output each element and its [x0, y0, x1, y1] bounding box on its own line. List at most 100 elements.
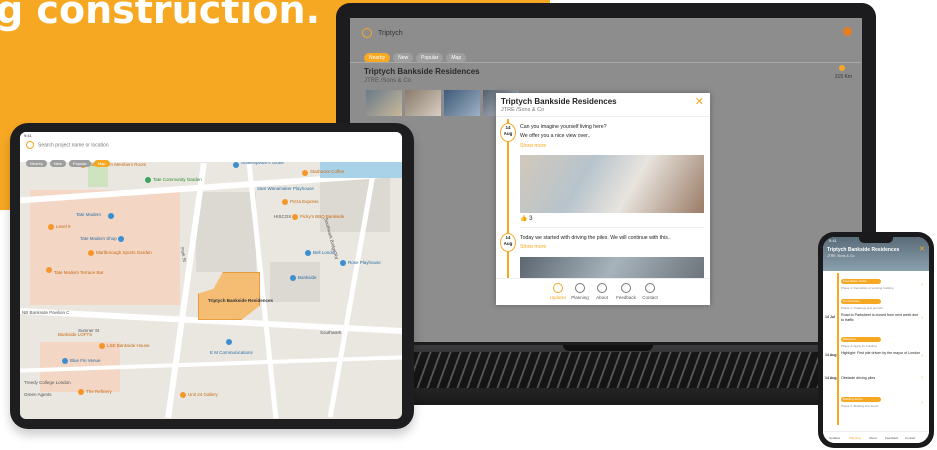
timeline-date: 14 Jul: [825, 315, 835, 319]
bottom-nav: Updates Planning About Feedback Contact: [823, 431, 929, 443]
nav-planning[interactable]: Planning: [849, 436, 861, 440]
map-pin[interactable]: [78, 389, 84, 395]
show-more-link[interactable]: Show more: [520, 143, 546, 149]
map-label: Tate Modern Shop: [80, 236, 117, 241]
search-placeholder: Search project name or location: [38, 142, 109, 149]
laptop-search-bar[interactable]: Triptych: [362, 28, 403, 38]
timeline-tag: Construction: [841, 299, 881, 304]
timeline-text: Highlight: First pile driven by the mayo…: [841, 351, 921, 355]
post-date-badge: 14 Aug: [500, 233, 516, 252]
map-label: Tate Community Garden: [153, 177, 202, 182]
post-text: Today we started with driving the piles.…: [520, 235, 671, 241]
timeline-tag: Milestone: [841, 337, 881, 342]
map-pin[interactable]: [226, 339, 232, 345]
show-more-link[interactable]: Show more: [520, 244, 546, 250]
nav-updates[interactable]: Updates: [829, 436, 840, 440]
search-icon: [362, 28, 372, 38]
timeline-phase: Phase 3: Building first levels: [841, 404, 879, 408]
chevron-right-icon[interactable]: ›: [921, 400, 923, 406]
map-pin[interactable]: [282, 199, 288, 205]
timeline-tag: Building works: [841, 397, 881, 402]
tablet-search-input[interactable]: Search project name or location: [26, 141, 109, 149]
nav-feedback[interactable]: Feedback: [885, 436, 898, 440]
thumbs-up-icon: 👍: [520, 216, 528, 222]
phone-screen: 9:41 Triptych Bankside Residences JTRE /…: [823, 237, 929, 443]
laptop-hinge: [563, 345, 653, 351]
map-pin[interactable]: [290, 275, 296, 281]
project-title[interactable]: Triptych Bankside Residences: [364, 67, 480, 76]
smiley-icon: [621, 283, 631, 293]
like-count: 3: [529, 216, 533, 222]
bottom-nav: Updates Planning About Feedback Contact: [496, 278, 710, 305]
building-icon: [597, 283, 607, 293]
chip-map[interactable]: Map: [93, 160, 110, 167]
timeline-text: Road to Parkstreet is closed from next w…: [841, 313, 919, 322]
divider: [350, 62, 862, 63]
nav-about[interactable]: About: [869, 436, 877, 440]
close-icon[interactable]: ✕: [919, 245, 925, 253]
chevron-right-icon[interactable]: ›: [921, 375, 923, 381]
map-label: Picky's BBQ Bankside: [300, 214, 345, 219]
map-pin[interactable]: [180, 392, 186, 398]
project-thumbnail[interactable]: [405, 90, 441, 116]
filter-chips: Nearby New Popular Map: [26, 152, 113, 170]
map-label: Tate Modern: [76, 212, 102, 217]
chip-new[interactable]: New: [49, 160, 66, 167]
map-pin[interactable]: [292, 214, 298, 220]
chip-nearby[interactable]: Nearby: [26, 160, 47, 167]
chip-popular[interactable]: Popular: [68, 160, 91, 167]
project-thumbnail[interactable]: [444, 90, 480, 116]
post-image[interactable]: [520, 155, 704, 213]
close-icon[interactable]: ✕: [695, 95, 704, 108]
nav-contact[interactable]: Contact: [905, 436, 915, 440]
map-label: Rose Playhouse: [348, 260, 381, 265]
map-pin[interactable]: [145, 177, 151, 183]
map-label: Green Agents: [24, 392, 52, 397]
map-label: Bankside LOFTS: [58, 332, 93, 337]
location-pin-icon: [839, 65, 845, 71]
search-value: Triptych: [378, 29, 403, 37]
map-pin[interactable]: [302, 170, 308, 176]
map-label: Marlborough Sports Garden: [96, 250, 152, 255]
chevron-right-icon[interactable]: ›: [921, 353, 923, 359]
map-pin[interactable]: [108, 213, 114, 219]
popup-title: Triptych Bankside Residences: [501, 97, 617, 106]
project-developer: JTRE /Sons & Co: [364, 78, 412, 84]
search-icon: [26, 141, 34, 149]
map-label: Bankside: [298, 275, 317, 280]
map-pin[interactable]: [118, 236, 124, 242]
timeline-phase: Phase 1: Drawings and permits: [841, 306, 883, 310]
post-text: We offer you a nice view over..: [520, 133, 591, 139]
like-button[interactable]: 👍 3: [520, 215, 533, 222]
map-label: Blue Fin Venue: [70, 358, 101, 363]
map-pin[interactable]: [233, 162, 239, 168]
post-image[interactable]: [520, 257, 704, 279]
nav-contact[interactable]: Contact: [632, 283, 668, 300]
map-label: Starbucks Coffee: [310, 169, 345, 174]
tablet-search-header: 9:41 Search project name or location Nea…: [20, 132, 402, 167]
divider: [496, 116, 710, 117]
clear-search-icon[interactable]: [843, 27, 852, 36]
project-map-label[interactable]: Triptych Bankside Residences: [208, 298, 273, 303]
map-pin[interactable]: [99, 343, 105, 349]
building-area: [196, 192, 256, 272]
building-area: [270, 262, 320, 302]
map-pin[interactable]: [305, 250, 311, 256]
map-label: Tate Modern Terrace Bar: [54, 270, 104, 275]
timeline-tag: Foundation works: [841, 279, 881, 284]
chevron-right-icon[interactable]: ›: [921, 315, 923, 321]
map-pin[interactable]: [88, 250, 94, 256]
timeline-line: [507, 119, 509, 279]
map-pin[interactable]: [340, 260, 346, 266]
project-area-shape[interactable]: [198, 272, 260, 320]
chevron-right-icon[interactable]: ›: [921, 282, 923, 288]
tablet-map-screen[interactable]: Tate Modern Members Room Tate Community …: [20, 132, 402, 419]
map-pin[interactable]: [46, 267, 52, 273]
map-label: HISCOX: [274, 214, 292, 219]
phone-subtitle: JTRE /Sons & Co: [827, 254, 855, 258]
map-pin[interactable]: [62, 358, 68, 364]
map-label: Sam Wanamaker Playhouse: [257, 186, 314, 191]
map-pin[interactable]: [48, 224, 54, 230]
project-thumbnail[interactable]: [366, 90, 402, 116]
hero-headline: g construction.: [0, 0, 321, 32]
